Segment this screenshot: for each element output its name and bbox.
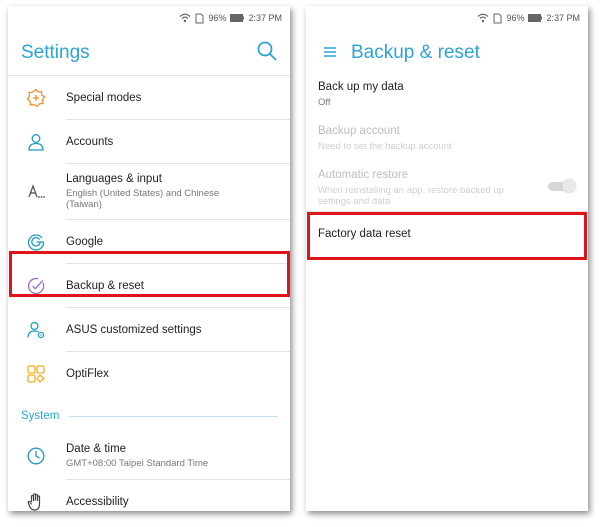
settings-item-special-modes[interactable]: Special modes bbox=[8, 76, 290, 119]
item-label: Backup & reset bbox=[66, 279, 144, 292]
account-icon bbox=[26, 132, 46, 152]
page-title: Backup & reset bbox=[351, 42, 480, 63]
settings-item-google[interactable]: Google bbox=[8, 220, 290, 263]
item-label: Accessibility bbox=[66, 495, 129, 508]
battery-percentage: 96% bbox=[506, 13, 525, 23]
status-bar: 96% 2:37 PM bbox=[306, 6, 588, 30]
automatic-restore-toggle bbox=[548, 179, 576, 193]
settings-item-date-time[interactable]: Date & time GMT+08:00 Taipei Standard Ti… bbox=[8, 433, 290, 479]
clock: 2:37 PM bbox=[248, 13, 282, 23]
section-label: System bbox=[21, 410, 60, 422]
language-icon bbox=[26, 182, 46, 202]
item-subtitle: GMT+08:00 Taipei Standard Time bbox=[66, 458, 209, 469]
item-subtitle: Need to set the backup account bbox=[318, 141, 452, 152]
item-label: Special modes bbox=[66, 91, 142, 104]
backup-account-item: Backup account Need to set the backup ac… bbox=[306, 125, 588, 169]
user-settings-icon bbox=[26, 320, 46, 340]
factory-data-reset-item[interactable]: Factory data reset bbox=[306, 212, 588, 256]
settings-item-backup-reset[interactable]: Backup & reset bbox=[8, 264, 290, 307]
item-label: Google bbox=[66, 235, 104, 248]
settings-item-accessibility[interactable]: Accessibility bbox=[8, 480, 290, 511]
search-icon[interactable] bbox=[256, 40, 278, 62]
clock: 2:37 PM bbox=[546, 13, 580, 23]
battery-percentage: 96% bbox=[208, 13, 227, 23]
item-subtitle: English (United States) and Chinese (Tai… bbox=[66, 188, 220, 210]
item-subtitle: When reinstalling an app, restore backed… bbox=[318, 185, 504, 207]
wifi-icon bbox=[179, 13, 191, 23]
item-subtitle: Off bbox=[318, 97, 331, 108]
hand-icon bbox=[26, 492, 46, 512]
back-up-my-data-item[interactable]: Back up my data Off bbox=[306, 78, 588, 125]
settings-list: Special modes Accounts Languages & input… bbox=[8, 75, 290, 511]
item-label: Accounts bbox=[66, 135, 114, 148]
automatic-restore-item: Automatic restore When reinstalling an a… bbox=[306, 169, 588, 211]
item-label: Backup account bbox=[318, 125, 400, 137]
page-title: Settings bbox=[21, 42, 90, 63]
backup-reset-screen: 96% 2:37 PM Backup & reset Back up my da… bbox=[306, 6, 588, 511]
item-label: Back up my data bbox=[318, 81, 404, 93]
battery-icon bbox=[230, 14, 245, 22]
settings-item-accounts[interactable]: Accounts bbox=[8, 120, 290, 163]
backup-icon bbox=[26, 276, 46, 296]
settings-screen: 96% 2:37 PM Settings Special modes Accou… bbox=[8, 6, 290, 511]
item-label: Automatic restore bbox=[318, 169, 409, 181]
optiflex-icon bbox=[26, 364, 46, 384]
section-header-system: System bbox=[8, 399, 290, 433]
settings-item-languages-input[interactable]: Languages & input English (United States… bbox=[8, 164, 290, 219]
special-modes-icon bbox=[26, 88, 46, 108]
item-label: Factory data reset bbox=[318, 228, 411, 240]
toggle-thumb bbox=[562, 179, 576, 193]
backup-options-list: Back up my data Off Backup account Need … bbox=[306, 78, 588, 256]
settings-item-optiflex[interactable]: OptiFlex bbox=[8, 352, 290, 395]
sim-card-icon bbox=[493, 13, 502, 24]
clock-icon bbox=[26, 446, 46, 466]
section-line bbox=[69, 415, 278, 417]
battery-icon bbox=[528, 14, 543, 22]
item-label: ASUS customized settings bbox=[66, 323, 202, 336]
item-label: Languages & input bbox=[66, 173, 162, 185]
sim-card-icon bbox=[195, 13, 204, 24]
google-icon bbox=[26, 232, 46, 252]
item-label: OptiFlex bbox=[66, 367, 109, 380]
status-bar: 96% 2:37 PM bbox=[8, 6, 290, 30]
wifi-icon bbox=[477, 13, 489, 23]
item-label: Date & time bbox=[66, 443, 127, 455]
settings-item-asus-customized[interactable]: ASUS customized settings bbox=[8, 308, 290, 351]
menu-icon[interactable] bbox=[323, 45, 337, 59]
